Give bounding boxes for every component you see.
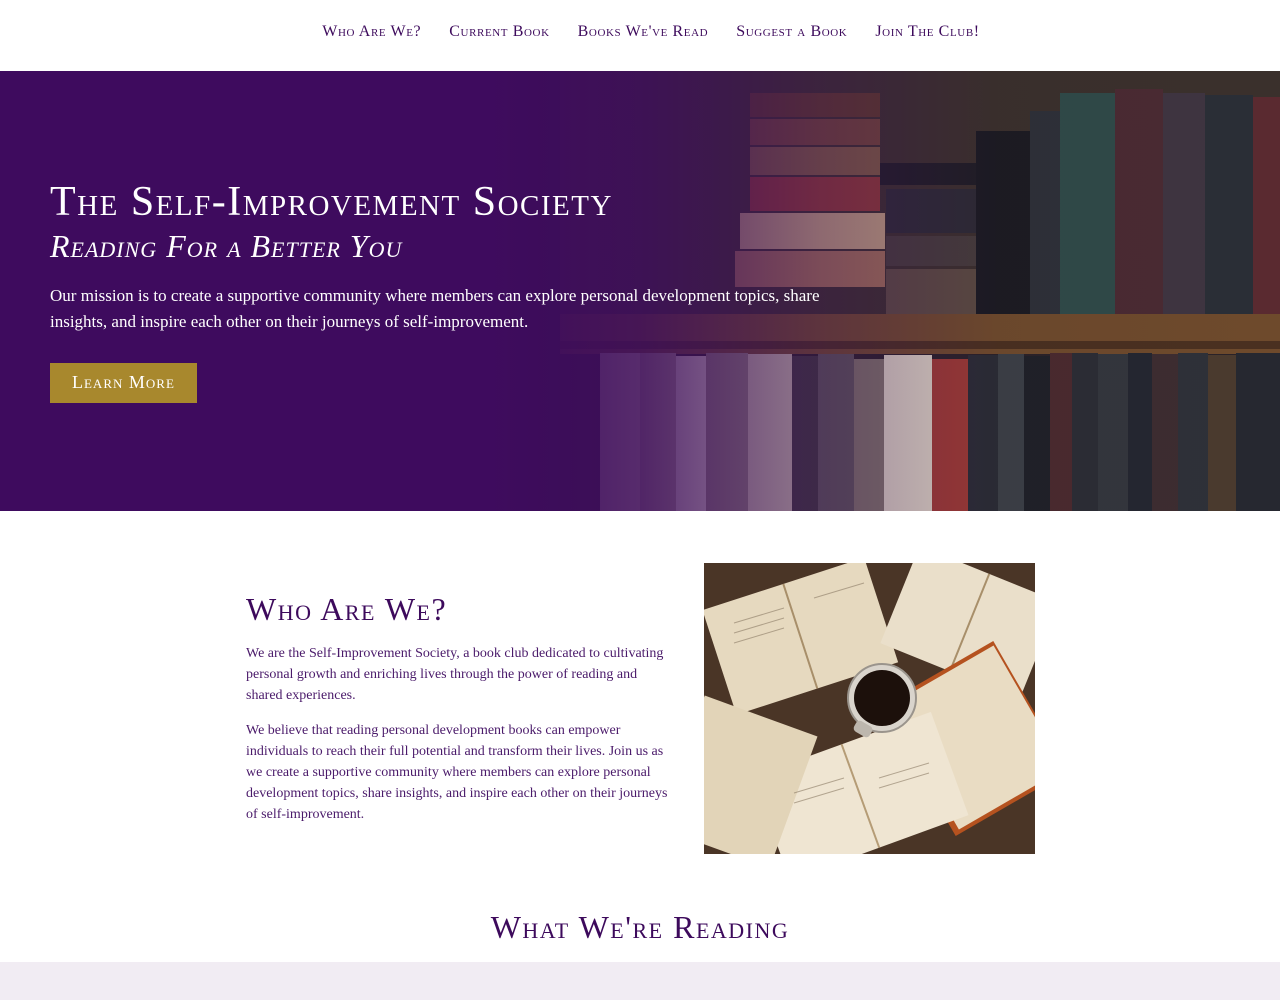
top-navigation: Who Are We? Current Book Books We've Rea… bbox=[0, 0, 1280, 71]
nav-link-who-are-we[interactable]: Who Are We? bbox=[322, 23, 421, 40]
hero-content: The Self-Improvement Society Reading For… bbox=[50, 179, 850, 403]
hero-title: The Self-Improvement Society bbox=[50, 179, 613, 225]
hero-mission-text: Our mission is to create a supportive co… bbox=[50, 286, 820, 331]
nav-item: Books We've Read bbox=[578, 23, 709, 41]
open-books-coffee-image bbox=[704, 563, 1035, 854]
nav-link-current-book[interactable]: Current Book bbox=[449, 23, 549, 40]
nav-menu: Who Are We? Current Book Books We've Rea… bbox=[322, 23, 979, 41]
about-paragraph: We are the Self-Improvement Society, a b… bbox=[246, 646, 664, 703]
nav-link-join-club[interactable]: Join The Club! bbox=[875, 23, 979, 40]
hero-section: The Self-Improvement Society Reading For… bbox=[0, 71, 1280, 511]
about-title: Who Are We? bbox=[246, 591, 448, 627]
nav-link-books-read[interactable]: Books We've Read bbox=[578, 23, 709, 40]
hero-subtitle: Reading For a Better You bbox=[50, 228, 403, 264]
nav-item: Current Book bbox=[449, 23, 549, 41]
who-are-we-section: Who Are We? We are the Self-Improvement … bbox=[0, 511, 1280, 961]
nav-link-suggest-book[interactable]: Suggest a Book bbox=[736, 23, 847, 40]
about-paragraph: We believe that reading personal develop… bbox=[246, 723, 668, 822]
nav-item: Suggest a Book bbox=[736, 23, 847, 41]
nav-item: Join The Club! bbox=[875, 23, 979, 41]
reading-section-band bbox=[0, 962, 1280, 1000]
nav-item: Who Are We? bbox=[322, 23, 421, 41]
about-text-block: Who Are We? We are the Self-Improvement … bbox=[246, 591, 676, 825]
learn-more-button[interactable]: Learn More bbox=[50, 363, 197, 403]
what-were-reading-title: What We're Reading bbox=[490, 909, 790, 945]
